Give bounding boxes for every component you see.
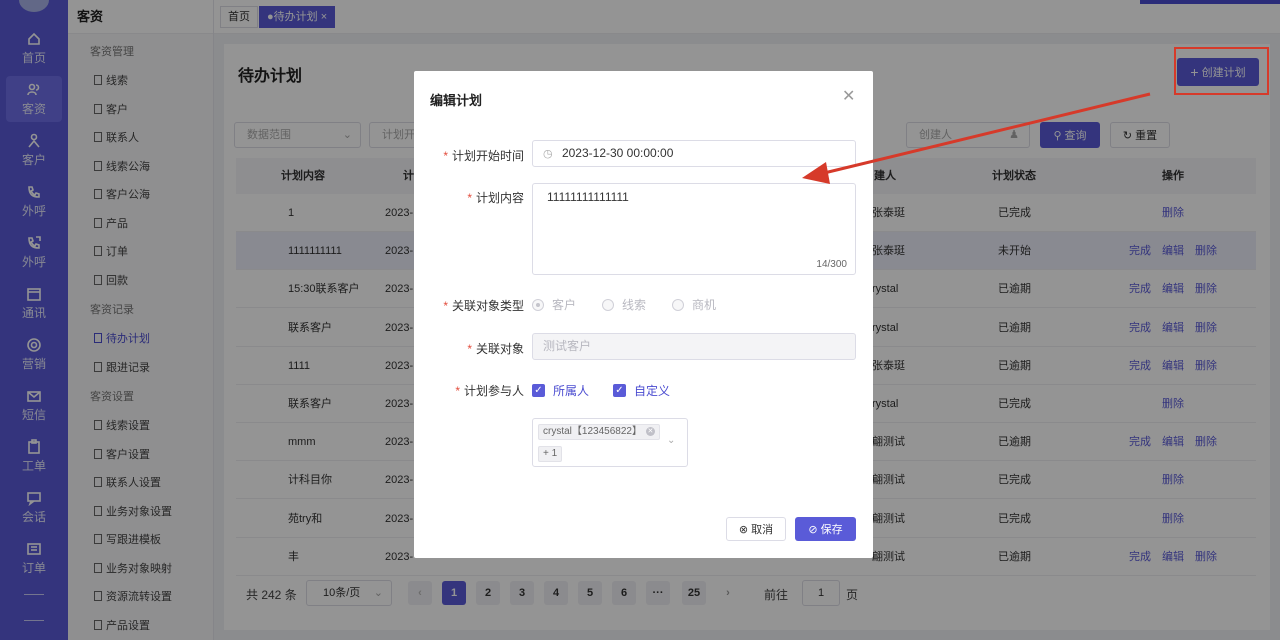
content-label: * 计划内容 [467, 191, 524, 205]
chevron-down-icon: ⌄ [667, 435, 676, 446]
object-type-label: * 关联对象类型 [443, 299, 524, 313]
highlight-box [1174, 47, 1269, 95]
cancel-button[interactable]: ⊗ 取消 [726, 517, 786, 541]
check-icon: ✓ [532, 384, 545, 397]
content-textarea[interactable]: 11111111111111 14/300 [532, 183, 856, 275]
close-icon[interactable]: ✕ [645, 426, 655, 436]
checkbox-custom[interactable]: ✓ 自定义 [613, 382, 670, 399]
close-icon[interactable]: ✕ [842, 86, 855, 106]
start-time-label: * 计划开始时间 [443, 149, 524, 163]
participants-label: * 计划参与人 [455, 384, 524, 398]
participants-select[interactable]: crystal【123456822】 ✕ + 1 ⌄ [532, 418, 688, 467]
dialog-title: 编辑计划 [430, 93, 483, 108]
check-icon: ✓ [613, 384, 626, 397]
object-value: 测试客户 [543, 339, 592, 353]
char-count: 14/300 [816, 259, 847, 270]
participant-tag: crystal【123456822】 ✕ [538, 424, 660, 440]
object-input: 测试客户 [532, 333, 856, 360]
save-button[interactable]: ⊘ 保存 [795, 517, 856, 541]
radio-customer[interactable]: 客户 [532, 296, 576, 313]
start-time-input[interactable]: ◷ 2023-12-30 00:00:00 [532, 140, 856, 167]
checkbox-owner[interactable]: ✓ 所属人 [532, 382, 589, 399]
save-label: 保存 [820, 524, 843, 536]
radio-lead[interactable]: 线索 [602, 296, 646, 313]
participant-more-tag: + 1 [538, 446, 563, 462]
content-value: 11111111111111 [547, 190, 629, 204]
clock-icon: ◷ [543, 148, 553, 160]
check-circle-icon: ⊘ [808, 523, 818, 536]
edit-plan-dialog: 编辑计划 ✕ * 计划开始时间 ◷ 2023-12-30 00:00:00 * 计划… [414, 71, 873, 558]
object-label: * 关联对象 [467, 342, 524, 356]
radio-opportunity[interactable]: 商机 [672, 296, 716, 313]
cancel-icon: ⊗ [738, 523, 749, 536]
start-time-value: 2023-12-30 00:00:00 [561, 146, 674, 160]
cancel-label: 取消 [751, 524, 774, 536]
